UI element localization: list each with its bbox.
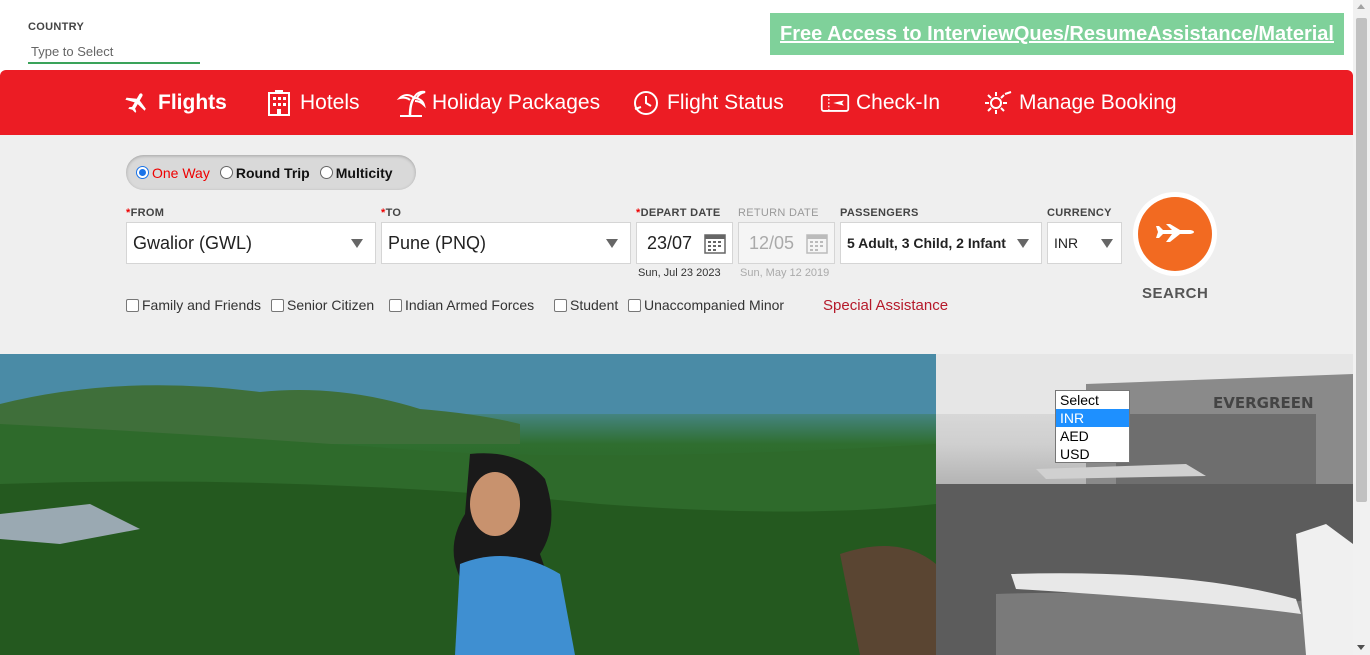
checkbox[interactable]: [126, 298, 139, 312]
from-value: Gwalior (GWL): [133, 232, 253, 253]
clock-plane-icon: [631, 88, 661, 118]
trip-one-way[interactable]: One Way: [136, 165, 210, 181]
radio-multicity[interactable]: [319, 166, 333, 179]
plane-icon: [1156, 224, 1194, 242]
check-unaccompanied-minor-label: Unaccompanied Minor: [644, 297, 785, 313]
currency-dropdown-list[interactable]: Select INR AED USD: [1055, 390, 1130, 463]
currency-option[interactable]: USD: [1056, 445, 1129, 463]
check-senior-citizen-label: Senior Citizen: [287, 297, 375, 313]
checkbox[interactable]: [628, 298, 641, 312]
check-senior-citizen[interactable]: Senior Citizen: [271, 297, 374, 313]
passengers-label: PASSENGERS: [840, 207, 919, 219]
currency-label: CURRENCY: [1047, 207, 1112, 219]
plane-icon: [122, 88, 152, 118]
check-family-friends[interactable]: Family and Friends: [126, 297, 261, 313]
chevron-down-icon: [1017, 239, 1029, 248]
trip-one-way-label: One Way: [152, 164, 210, 181]
return-label: RETURN DATE: [738, 207, 819, 219]
nav-flight-status-label: Flight Status: [667, 90, 784, 114]
palm-icon: [396, 88, 426, 118]
currency-option[interactable]: INR: [1056, 409, 1129, 427]
chevron-down-icon: [351, 239, 363, 248]
chevron-down-icon: [606, 239, 618, 248]
nav-check-in-label: Check-In: [856, 90, 941, 114]
depart-date-value: 23/07: [647, 232, 693, 253]
return-date-value: 12/05: [749, 232, 795, 253]
gear-icon: [983, 88, 1013, 118]
calendar-icon[interactable]: [704, 232, 726, 254]
page-scrollbar[interactable]: [1353, 0, 1370, 655]
main-nav: Flights Hotels Holiday Packages Flight S…: [0, 70, 1353, 135]
promo-banner: Free Access to InterviewQues/ResumeAssis…: [770, 13, 1344, 55]
return-date-field[interactable]: 12/05: [738, 222, 835, 264]
nav-check-in[interactable]: Check-In: [820, 70, 940, 135]
scroll-down-arrow-icon[interactable]: [1357, 645, 1365, 650]
depart-label-text: DEPART DATE: [640, 207, 721, 219]
to-label-text: TO: [385, 207, 402, 219]
hero-image-traveler: [0, 354, 936, 655]
to-select[interactable]: Pune (PNQ): [381, 222, 631, 264]
country-input[interactable]: [28, 40, 200, 64]
from-select[interactable]: Gwalior (GWL): [126, 222, 376, 264]
trip-round-trip[interactable]: Round Trip: [219, 164, 310, 181]
nav-holiday-packages-label: Holiday Packages: [432, 90, 601, 114]
chevron-down-icon: [1101, 239, 1113, 248]
currency-option[interactable]: AED: [1056, 427, 1129, 445]
promo-link[interactable]: Free Access to InterviewQues/ResumeAssis…: [780, 23, 1334, 46]
trip-round-trip-label: Round Trip: [235, 164, 310, 181]
check-student-label: Student: [570, 297, 619, 313]
currency-option[interactable]: Select: [1056, 391, 1129, 409]
trip-type-selector: One Way Round Trip Multicity: [126, 155, 416, 190]
return-date-subtext: Sun, May 12 2019: [740, 267, 830, 279]
checkbox[interactable]: [271, 298, 284, 312]
passengers-value: 5 Adult, 3 Child, 2 Infant: [847, 235, 1006, 251]
trip-multicity[interactable]: Multicity: [319, 164, 393, 181]
evergreen-sign: EVERGREEN: [1213, 394, 1314, 412]
trip-multicity-label: Multicity: [335, 164, 393, 181]
nav-hotels-label: Hotels: [300, 90, 360, 114]
check-family-friends-label: Family and Friends: [142, 297, 262, 313]
nav-manage-booking[interactable]: Manage Booking: [983, 70, 1177, 135]
radio-one-way[interactable]: [136, 166, 149, 179]
currency-select[interactable]: INR: [1047, 222, 1122, 264]
hero-image-airport: EVERGREEN: [936, 354, 1353, 655]
scroll-up-arrow-icon[interactable]: [1357, 4, 1365, 9]
depart-label: *DEPART DATE: [636, 207, 721, 219]
scroll-thumb[interactable]: [1356, 18, 1367, 502]
check-student[interactable]: Student: [554, 297, 618, 313]
check-armed-forces-label: Indian Armed Forces: [405, 297, 535, 313]
checkbox[interactable]: [389, 298, 402, 312]
nav-hotels[interactable]: Hotels: [264, 70, 360, 135]
radio-round-trip[interactable]: [219, 166, 233, 179]
nav-manage-booking-label: Manage Booking: [1019, 90, 1177, 114]
country-label: COUNTRY: [28, 21, 85, 33]
search-button-circle: [1138, 197, 1212, 271]
nav-flight-status[interactable]: Flight Status: [631, 70, 784, 135]
currency-value: INR: [1054, 235, 1079, 251]
from-label-text: FROM: [130, 207, 165, 219]
search-panel: One Way Round Trip Multicity *FROM Gwali…: [0, 135, 1353, 354]
nav-flights[interactable]: Flights: [122, 70, 227, 135]
from-label: *FROM: [126, 207, 164, 219]
nav-holiday-packages[interactable]: Holiday Packages: [396, 70, 600, 135]
calendar-icon[interactable]: [806, 232, 828, 254]
to-label: *TO: [381, 207, 401, 219]
hotel-icon: [264, 88, 294, 118]
search-button[interactable]: [1133, 192, 1217, 276]
check-armed-forces[interactable]: Indian Armed Forces: [389, 297, 534, 313]
ticket-icon: [820, 88, 850, 118]
checkbox[interactable]: [554, 298, 567, 312]
search-label: SEARCH: [1142, 285, 1209, 302]
special-assistance-link[interactable]: Special Assistance: [823, 297, 948, 314]
depart-date-field[interactable]: 23/07: [636, 222, 733, 264]
to-value: Pune (PNQ): [388, 232, 487, 253]
nav-flights-label: Flights: [158, 90, 227, 114]
check-unaccompanied-minor[interactable]: Unaccompanied Minor: [628, 297, 784, 313]
depart-date-subtext: Sun, Jul 23 2023: [638, 267, 721, 279]
passengers-select[interactable]: 5 Adult, 3 Child, 2 Infant: [840, 222, 1042, 264]
